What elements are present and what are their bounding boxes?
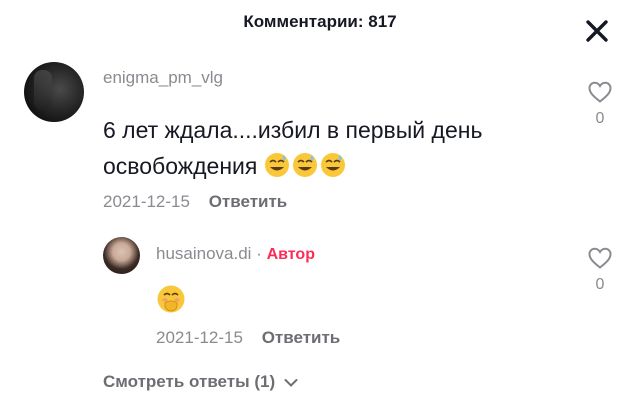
- heart-icon: [588, 247, 612, 269]
- author-badge: Автор: [266, 246, 315, 263]
- avatar[interactable]: [103, 237, 140, 274]
- like-count: 0: [595, 110, 605, 127]
- heart-icon: [588, 81, 612, 103]
- reply-username-line: husainova.di · Автор: [156, 244, 315, 264]
- separator-dot: ·: [256, 244, 262, 263]
- page-title: Комментарии: 817: [243, 12, 397, 31]
- reply-date: 2021-12-15: [156, 328, 243, 347]
- comment-date: 2021-12-15: [103, 192, 190, 211]
- reply-meta: 2021-12-15 Ответить: [156, 328, 340, 348]
- reply-username[interactable]: husainova.di: [156, 244, 251, 263]
- reply-button[interactable]: Ответить: [262, 328, 341, 347]
- comment-text: 6 лет ждала....избил в первый день освоб…: [103, 112, 573, 184]
- comment-meta: 2021-12-15 Ответить: [103, 192, 287, 212]
- like-button[interactable]: 0: [580, 80, 620, 128]
- chevron-down-icon: [284, 378, 298, 387]
- comment-username[interactable]: enigma_pm_vlg: [103, 68, 223, 88]
- reply-button[interactable]: Ответить: [209, 192, 288, 211]
- hand-over-mouth-emoji: [157, 285, 185, 313]
- sweat-smile-emoji: [320, 153, 345, 177]
- like-button[interactable]: 0: [580, 246, 620, 294]
- view-replies-button[interactable]: Смотреть ответы (1): [103, 372, 298, 392]
- sweat-smile-emoji: [264, 153, 289, 177]
- like-count: 0: [595, 276, 605, 293]
- view-replies-label: Смотреть ответы (1): [103, 372, 276, 391]
- close-icon[interactable]: [584, 18, 610, 44]
- sweat-smile-emoji: [292, 153, 317, 177]
- avatar[interactable]: [24, 62, 84, 122]
